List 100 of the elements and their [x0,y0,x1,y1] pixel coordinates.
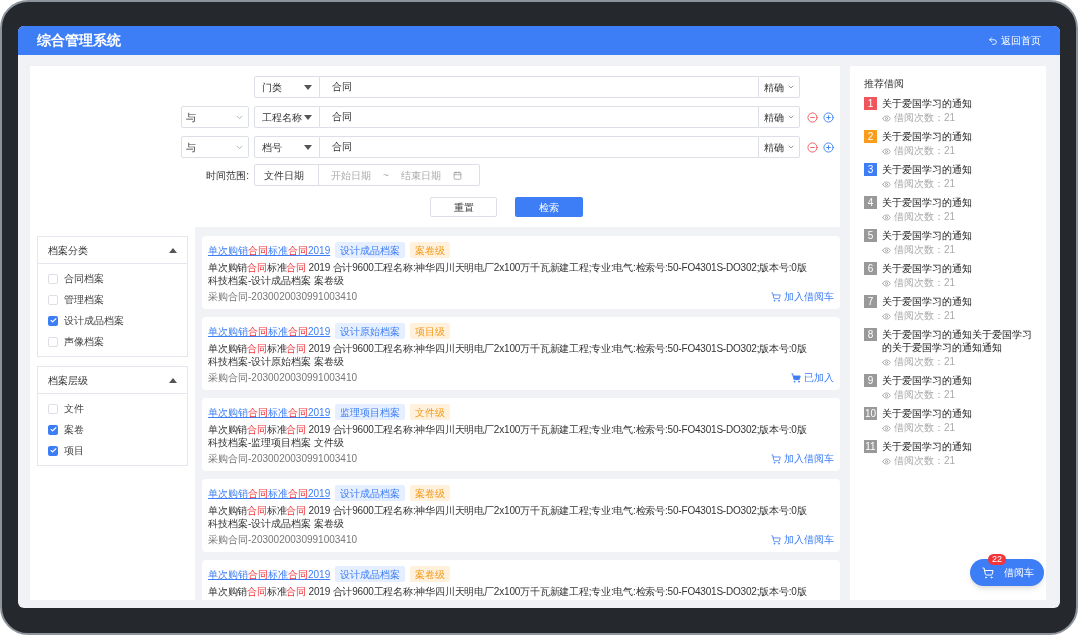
match-select[interactable]: 精确 [758,136,800,158]
eye-icon [882,390,891,400]
recommend-link[interactable]: 关于爱国学习的通知 [882,407,972,420]
archive-code: 采购合同-2030020030991003410 [208,290,357,304]
recommend-link[interactable]: 关于爱国学习的通知 [882,440,972,453]
cart-icon [982,566,994,579]
checkbox[interactable] [48,294,58,305]
checkbox[interactable] [48,315,58,326]
eye-icon [882,212,891,222]
result-title-link[interactable]: 单次购销合同标准合同2019 [208,405,331,419]
rank-badge: 5 [864,229,877,242]
result-category: 科技档案-监理项目档案 文件级 [208,436,345,449]
search-input[interactable]: 合同 [320,136,758,158]
rank-badge: 9 [864,374,877,387]
remove-row-icon[interactable] [807,141,818,153]
filter-option[interactable]: 合同档案 [64,271,104,286]
result-title-link[interactable]: 单次购销合同标准合同2019 [208,324,331,338]
add-to-cart-button[interactable]: 加入借阅车 [771,532,834,547]
checkbox[interactable] [48,445,58,456]
caret-down-icon [304,84,312,90]
back-home-link[interactable]: 返回首页 [988,33,1041,48]
filter-option[interactable]: 管理档案 [64,292,104,307]
recommend-link[interactable]: 关于爱国学习的通知 [882,130,972,143]
recommend-link[interactable]: 关于爱国学习的通知 [882,295,972,308]
tag: 监理项目档案 [335,404,406,420]
result-title-link[interactable]: 单次购销合同标准合同2019 [208,567,331,581]
eye-icon [882,278,891,288]
filter-option[interactable]: 声像档案 [64,334,104,349]
borrow-count: 借阅次数：21 [894,211,956,223]
recommend-link[interactable]: 关于爱国学习的通知 [882,374,972,387]
archive-code: 采购合同-2030020030991003410 [208,533,357,547]
eye-icon [882,146,891,156]
tag: 案卷级 [410,566,451,582]
remove-row-icon[interactable] [807,111,818,123]
logic-select[interactable]: 与 [181,136,249,158]
tag: 设计成品档案 [335,485,406,501]
result-title-link[interactable]: 单次购销合同标准合同2019 [208,486,331,500]
filter-option[interactable]: 案卷 [64,422,84,437]
start-date-placeholder: 开始日期 [331,168,371,183]
recommend-link[interactable]: 关于爱国学习的通知 [882,229,972,242]
caret-down-icon [304,114,312,120]
recommend-link[interactable]: 关于爱国学习的通知 [882,196,972,209]
field-select[interactable]: 工程名称 [254,106,320,128]
borrow-count: 借阅次数：21 [894,112,956,124]
recommend-link[interactable]: 关于爱国学习的通知 [882,97,972,110]
match-select[interactable]: 精确 [758,76,800,98]
field-select[interactable]: 门类 [254,76,320,98]
result-title-link[interactable]: 单次购销合同标准合同2019 [208,243,331,257]
cart-icon [771,291,781,302]
caret-up-icon [169,247,177,253]
tag: 项目级 [410,323,451,339]
filter-option[interactable]: 设计成品档案 [64,313,124,328]
rank-badge: 7 [864,295,877,308]
chevron-down-icon [786,143,795,151]
add-row-icon[interactable] [823,111,834,123]
eye-icon [882,357,891,367]
app-title: 综合管理系统 [37,31,121,50]
add-to-cart-button[interactable]: 已加入 [791,370,834,385]
cart-icon [791,372,801,383]
rank-badge: 2 [864,130,877,143]
filter-header[interactable]: 档案层级 [38,367,187,394]
result-description: 单次购销合同标准合同 2019 合计9600工程名称:神华四川天明电厂2x100万千瓦新建工程;专业:电气:检索号:50-FO4301S-DO302;版本号:0版 [208,261,807,274]
filter-header[interactable]: 档案分类 [38,237,187,264]
borrow-count: 借阅次数：21 [894,244,956,256]
cart-count-badge: 22 [988,554,1006,565]
recommend-link[interactable]: 关于爱国学习的通知关于爱国学习的关于爱国学习的通知通知 [882,328,1032,354]
search-button[interactable]: 检索 [515,197,583,217]
result-description: 单次购销合同标准合同 2019 合计9600工程名称:神华四川天明电厂2x100万千瓦新建工程;专业:电气:检索号:50-FO4301S-DO302;版本号:0版 [208,342,807,355]
checkbox[interactable] [48,336,58,347]
reset-button[interactable]: 重置 [430,197,497,217]
recommend-link[interactable]: 关于爱国学习的通知 [882,262,972,275]
checkbox[interactable] [48,273,58,284]
checkbox[interactable] [48,403,58,414]
field-select[interactable]: 档号 [254,136,320,158]
search-input[interactable]: 合同 [320,106,758,128]
add-row-icon[interactable] [823,141,834,153]
logic-select[interactable]: 与 [181,106,249,128]
borrow-count: 借阅次数：21 [894,356,956,368]
checkbox[interactable] [48,424,58,435]
recommend-link[interactable]: 关于爱国学习的通知 [882,163,972,176]
rank-badge: 1 [864,97,877,110]
chevron-down-icon [786,83,795,91]
rank-badge: 8 [864,328,877,341]
chevron-down-icon [786,113,795,121]
borrow-count: 借阅次数：21 [894,178,956,190]
caret-down-icon [304,144,312,150]
filter-option[interactable]: 文件 [64,401,84,416]
cart-icon [771,453,781,464]
match-select[interactable]: 精确 [758,106,800,128]
result-description: 单次购销合同标准合同 2019 合计9600工程名称:神华四川天明电厂2x100万千瓦新建工程;专业:电气:检索号:50-FO4301S-DO302;版本号:0版 [208,504,807,517]
recommend-title: 推荐借阅 [864,77,905,91]
borrow-count: 借阅次数：21 [894,455,956,467]
search-input[interactable]: 合同 [320,76,758,98]
filter-option[interactable]: 项目 [64,443,84,458]
result-category: 科技档案-设计成品档案 案卷级 [208,274,345,287]
add-to-cart-button[interactable]: 加入借阅车 [771,289,834,304]
result-category: 科技档案-设计成品档案 案卷级 [208,517,345,530]
date-range-field[interactable]: 文件日期 开始日期 ~ 结束日期 [254,164,480,186]
add-to-cart-button[interactable]: 加入借阅车 [771,451,834,466]
date-type-select[interactable]: 文件日期 [255,165,319,185]
